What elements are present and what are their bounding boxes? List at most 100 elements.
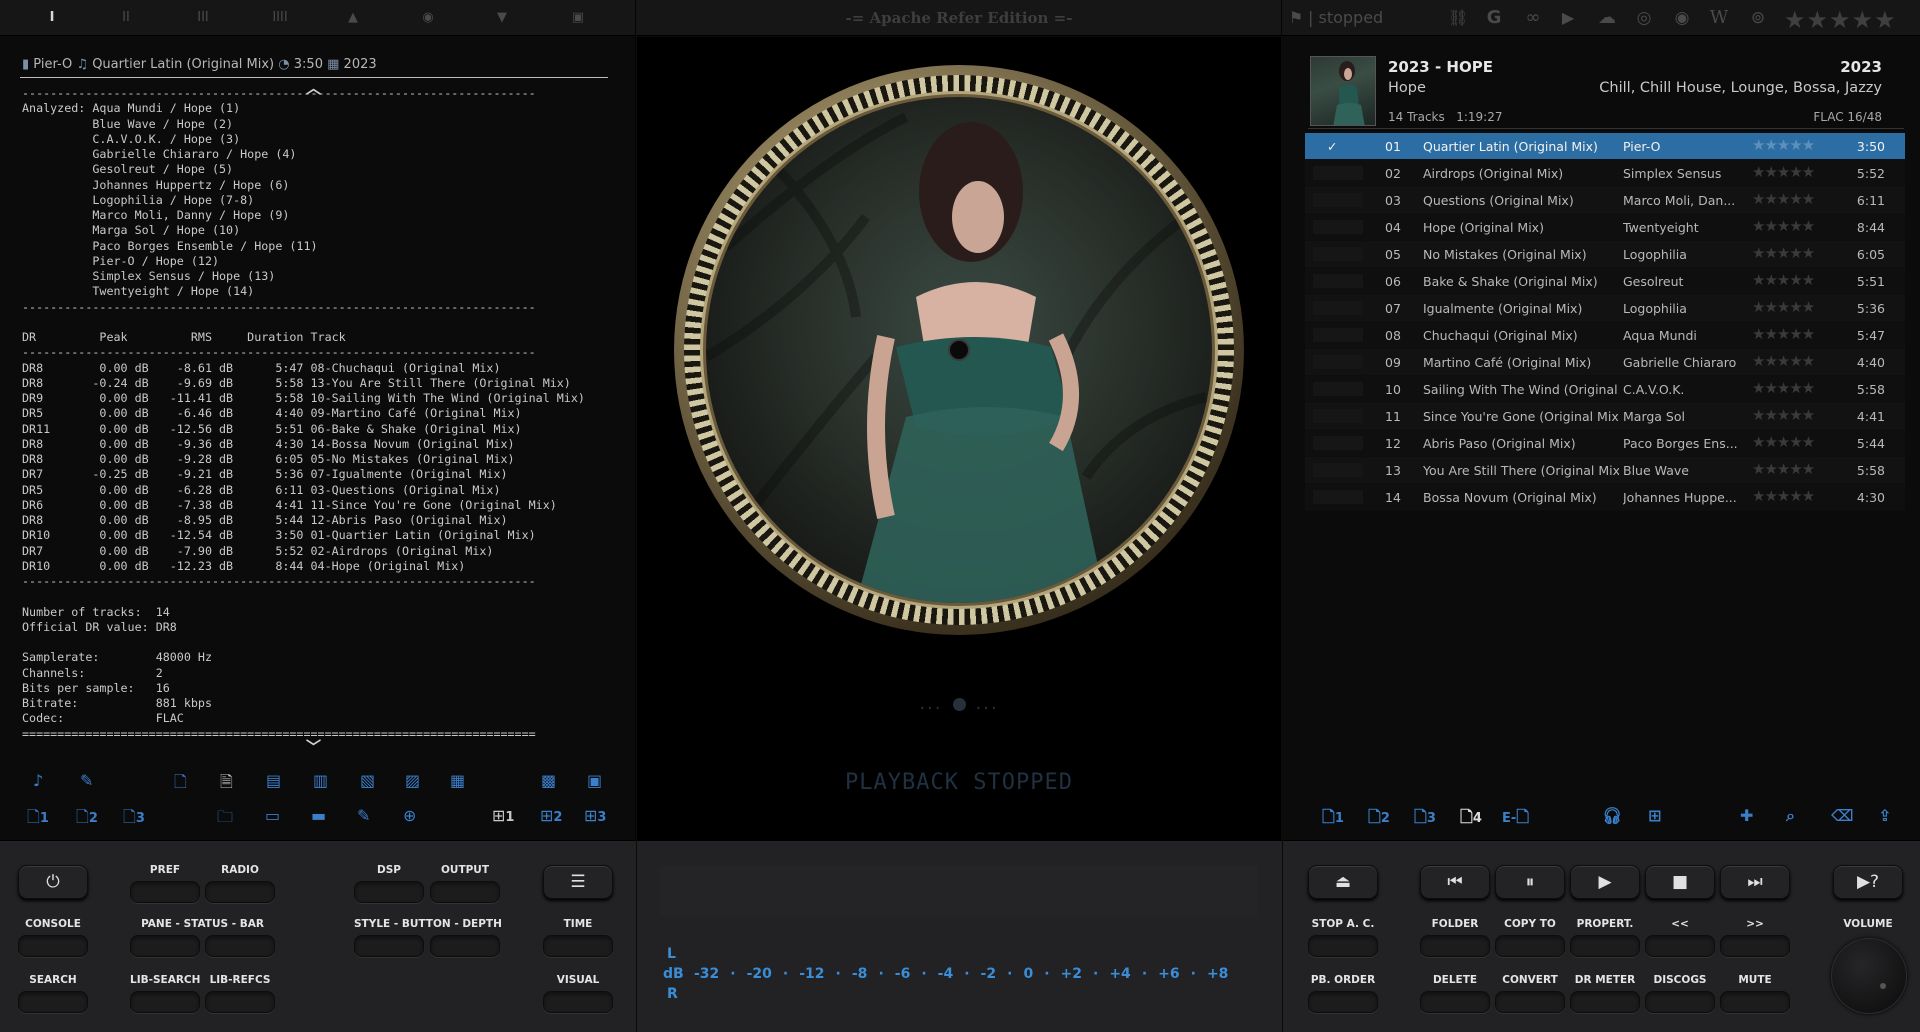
layout-4-icon[interactable]: IIII [269,10,291,26]
track-row[interactable]: 04 Hope (Original Mix) Twentyeight ★★★★★ 8:4… [1305,214,1905,241]
track-row[interactable]: 05 No Mistakes (Original Mix) Logophilia ★★… [1305,241,1905,268]
playlist-view-3-button[interactable]: 🗋3 [1414,806,1436,833]
album-cover[interactable] [1310,56,1376,126]
discogs-button[interactable] [1645,991,1715,1013]
track-row[interactable]: 12 Abris Paso (Original Mix) Paco Borges E… [1305,430,1905,457]
playback-order-button[interactable] [1308,991,1378,1013]
track-checkbox[interactable] [1313,247,1363,261]
film-icon[interactable]: ▩ [541,771,556,790]
pane-button[interactable] [130,935,200,957]
google-icon[interactable]: G [1486,9,1502,27]
track-row[interactable]: 06 Bake & Shake (Original Mix) Gesolreut ★★… [1305,268,1905,295]
track-row[interactable]: 14 Bossa Novum (Original Mix) Johannes Hup… [1305,484,1905,511]
image-icon[interactable]: ▨ [405,771,420,790]
audio-tool-icon[interactable]: ♪ [33,771,43,790]
folder-icon[interactable]: 🗀 [217,806,233,833]
track-rating-stars[interactable]: ★★★★★ [1752,298,1814,316]
playlist-2-button[interactable]: 🗋2 [76,806,98,833]
time-button[interactable] [543,935,613,957]
track-rating-stars[interactable]: ★★★★★ [1752,433,1814,451]
layout-down-icon[interactable]: ▼ [494,10,510,26]
view-1-button[interactable]: ⊞1 [492,806,514,825]
book-icon[interactable]: ▭ [265,806,280,825]
track-row[interactable]: 03 Questions (Original Mix) Marco Moli, Da… [1305,187,1905,214]
layout-2-icon[interactable]: II [118,10,134,26]
track-checkbox[interactable] [1313,409,1363,423]
track-rating-stars[interactable]: ★★★★★ [1752,136,1814,154]
cart-icon[interactable]: ▣ [587,771,602,790]
stop-after-current-button[interactable] [1308,935,1378,957]
track-rating-stars[interactable]: ★★★★★ [1752,217,1814,235]
playlist-view-2-button[interactable]: 🗋2 [1368,806,1390,833]
delete-button[interactable] [1420,991,1490,1013]
layout-square-icon[interactable]: ▣ [570,10,586,26]
paint-icon[interactable]: ✎ [357,806,370,825]
playlist-1-button[interactable]: 🗋1 [27,806,49,833]
basket-icon[interactable]: ▧ [360,771,375,790]
scroll-down-icon[interactable]: ﹀ [306,736,321,757]
track-row[interactable]: ✓ 01 Quartier Latin (Original Mix) Pier-O ★★… [1305,133,1905,160]
track-checkbox[interactable] [1313,274,1363,288]
seek-forward-button[interactable] [1720,935,1790,957]
track-checkbox[interactable] [1313,490,1363,504]
dsp-button[interactable] [354,881,424,903]
stop-button[interactable]: ■ [1645,865,1715,899]
track-checkbox[interactable] [1313,436,1363,450]
layout-1-icon[interactable]: I [44,10,60,26]
search-icon[interactable]: ⌕ [1786,806,1795,826]
seek-back-button[interactable] [1645,935,1715,957]
track-rating-stars[interactable]: ★★★★★ [1752,244,1814,262]
save-icon[interactable]: ▤ [266,771,281,790]
pause-button[interactable]: ⏸ [1495,865,1565,899]
properties-button[interactable] [1570,935,1640,957]
track-row[interactable]: 09 Martino Café (Original Mix) Gabrielle C… [1305,349,1905,376]
grid-icon[interactable]: ▦ [450,771,465,790]
rating-stars[interactable]: ★★★★★ [1784,6,1897,34]
track-rating-stars[interactable]: ★★★★★ [1752,271,1814,289]
track-checkbox[interactable] [1313,355,1363,369]
previous-button[interactable]: ⏮ [1420,865,1490,899]
track-checkbox[interactable] [1313,166,1363,180]
link-icon[interactable]: ⛓ [1448,10,1468,26]
track-row[interactable]: 10 Sailing With The Wind (Original... C.A.… [1305,376,1905,403]
playlist-view-4-button[interactable]: 🗋4 [1460,806,1482,833]
convert-button[interactable] [1495,991,1565,1013]
layout-grid-icon[interactable]: ⊞ [1648,806,1661,825]
track-rating-stars[interactable]: ★★★★★ [1752,190,1814,208]
console-button[interactable] [18,935,88,957]
lib-refcs-button[interactable] [205,991,275,1013]
dr-meter-button[interactable] [1570,991,1640,1013]
layout-up-icon[interactable]: ▲ [345,10,361,26]
upload-icon[interactable]: ⇪ [1878,806,1891,825]
layout-center-icon[interactable]: ◉ [420,10,436,26]
view-2-button[interactable]: ⊞2 [540,806,562,825]
lib-search-button[interactable] [130,991,200,1013]
track-checkbox[interactable] [1313,220,1363,234]
folder-button[interactable] [1420,935,1490,957]
track-row[interactable]: 13 You Are Still There (Original Mix) Blue… [1305,457,1905,484]
next-button[interactable]: ⏭ [1720,865,1790,899]
box-icon[interactable]: ▥ [313,771,328,790]
seek-dot[interactable] [952,697,966,711]
volume-knob[interactable] [1831,938,1907,1014]
globe-icon[interactable]: ⊕ [403,806,416,825]
layout-3-icon[interactable]: III [195,10,211,26]
track-checkbox[interactable] [1313,382,1363,396]
menu-button[interactable]: ☰ [543,865,613,899]
wikipedia-icon[interactable]: W [1708,9,1730,27]
power-button[interactable]: ⏻ [18,865,88,899]
play-button[interactable]: ▶ [1570,865,1640,899]
pref-button[interactable] [130,881,200,903]
style-button[interactable] [354,935,424,957]
track-row[interactable]: 11 Since You're Gone (Original Mix) Marga … [1305,403,1905,430]
soundcloud-icon[interactable]: ☁ [1596,9,1618,27]
depth-button[interactable] [430,935,500,957]
track-checkbox[interactable] [1313,301,1363,315]
youtube-icon[interactable]: ▶ [1560,10,1576,26]
discogs-icon[interactable]: ◉ [1674,10,1690,27]
podcast-icon[interactable]: ⊚ [1750,10,1766,27]
track-checkbox[interactable] [1313,193,1363,207]
track-row[interactable]: 07 Igualmente (Original Mix) Logophilia ★★★… [1305,295,1905,322]
trash-icon[interactable]: ⌫ [1831,806,1854,825]
track-checkbox[interactable] [1313,328,1363,342]
